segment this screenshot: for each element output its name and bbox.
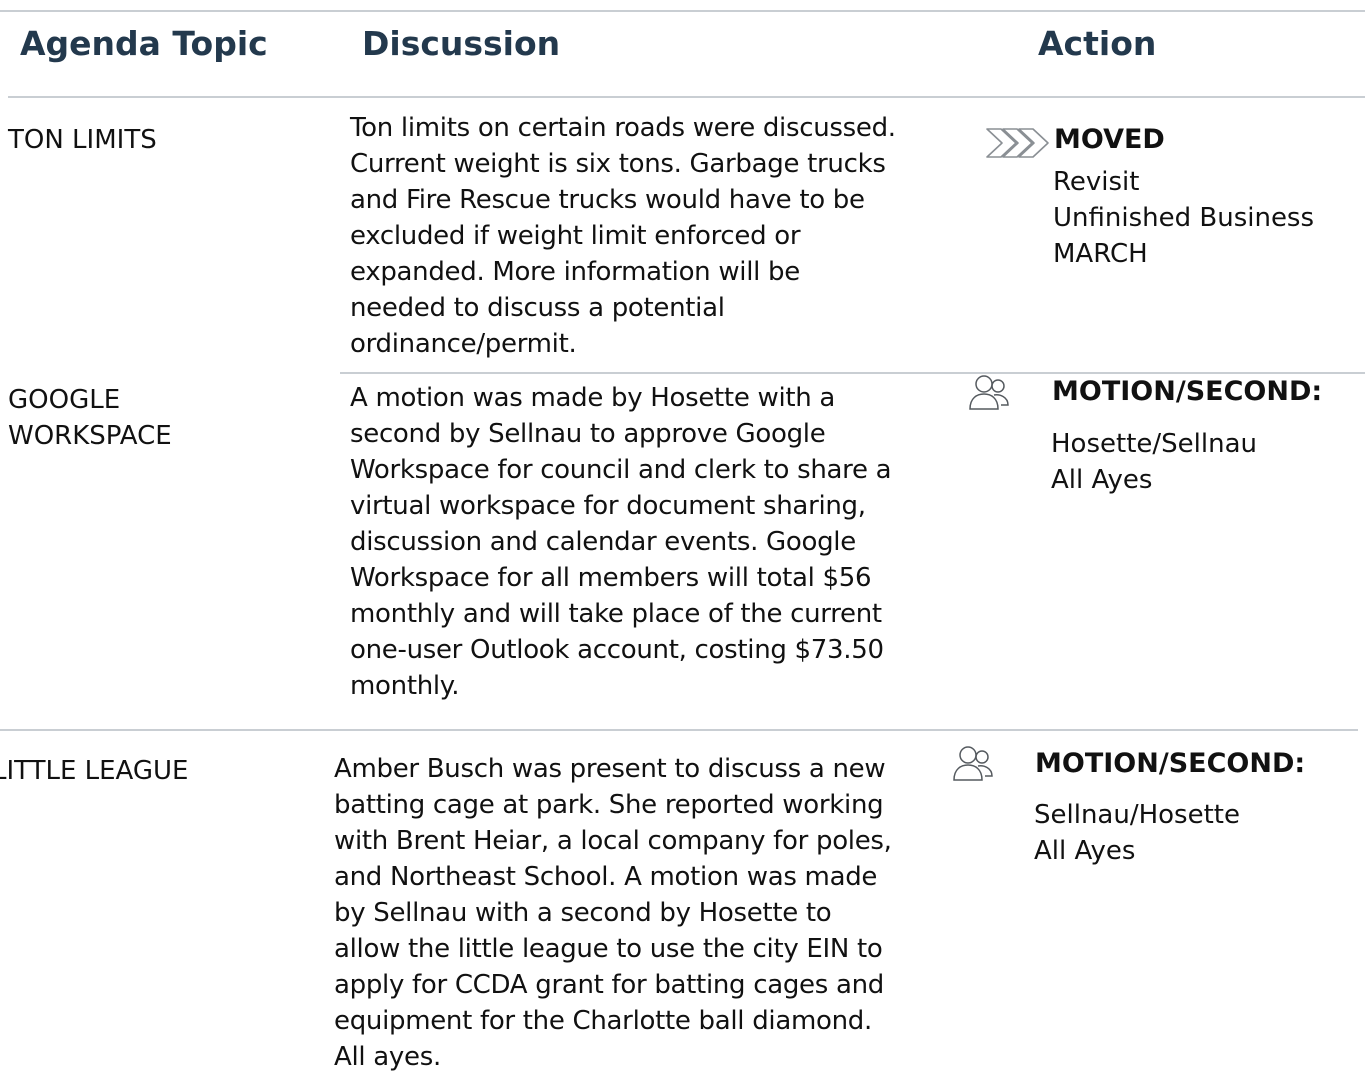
discussion-line: virtual workspace for document sharing, [350,491,866,521]
row-3-action-details: Sellnau/Hosette All Ayes [1034,797,1240,869]
people-icon [969,375,1009,410]
row-1-topic: TON LIMITS [8,122,157,158]
row-2-discussion: A motion was made by Hosette with a seco… [350,380,892,704]
discussion-line: expanded. More information will be [350,257,800,287]
discussion-line: Workspace for council and clerk to share… [350,455,892,485]
discussion-line: one-user Outlook account, costing $73.50 [350,635,884,665]
row-2-action-title: MOTION/SECOND: [1052,376,1323,407]
row-2-topic-line: GOOGLE [8,385,121,415]
discussion-line: monthly. [350,671,460,701]
discussion-line: excluded if weight limit enforced or [350,221,801,251]
discussion-line: by Sellnau with a second by Hosette to [334,898,832,928]
row-1-action-details: Revisit Unfinished Business MARCH [1053,164,1314,272]
discussion-line: ordinance/permit. [350,329,577,359]
row-1-action-title: MOVED [1054,124,1165,155]
row-1-discussion: Ton limits on certain roads were discuss… [350,110,896,362]
people-icon [953,746,993,781]
action-line: All Ayes [1051,465,1153,495]
action-line: MARCH [1053,239,1148,269]
discussion-line: with Brent Heiar, a local company for po… [334,826,892,856]
discussion-line: Ton limits on certain roads were discuss… [350,113,896,143]
discussion-line: All ayes. [334,1042,441,1072]
header-discussion: Discussion [362,24,561,63]
discussion-line: discussion and calendar events. Google [350,527,856,557]
action-line: Hosette/Sellnau [1051,429,1257,459]
row-2-topic-line: WORKSPACE [8,421,172,451]
discussion-line: needed to discuss a potential [350,293,725,323]
discussion-line: equipment for the Charlotte ball diamond… [334,1006,872,1036]
discussion-line: A motion was made by Hosette with a [350,383,836,413]
row-3-topic-line: LITTLE LEAGUE [0,756,189,786]
header-action: Action [1038,24,1157,63]
discussion-line: Workspace for all members will total $56 [350,563,872,593]
row-2-bottom-rule [0,729,1358,731]
header-bottom-rule [8,96,1365,98]
discussion-line: monthly and will take place of the curre… [350,599,882,629]
row-3-action-title: MOTION/SECOND: [1035,748,1306,779]
row-1-bottom-rule [340,372,1365,374]
action-line: Revisit [1053,167,1140,197]
discussion-line: batting cage at park. She reported worki… [334,790,884,820]
discussion-line: Amber Busch was present to discuss a new [334,754,886,784]
action-line: All Ayes [1034,836,1136,866]
discussion-line: allow the little league to use the city … [334,934,883,964]
discussion-line: Current weight is six tons. Garbage truc… [350,149,886,179]
discussion-line: apply for CCDA grant for batting cages a… [334,970,884,1000]
row-2-action-details: Hosette/Sellnau All Ayes [1051,426,1257,498]
discussion-line: and Fire Rescue trucks would have to be [350,185,865,215]
row-2-topic: GOOGLE WORKSPACE [8,382,172,454]
action-line: Unfinished Business [1053,203,1315,233]
discussion-line: and Northeast School. A motion was made [334,862,878,892]
header-agenda-topic: Agenda Topic [20,24,268,63]
row-3-discussion: Amber Busch was present to discuss a new… [334,751,892,1075]
row-3-topic: LITTLE LEAGUE [0,753,189,789]
action-line: Sellnau/Hosette [1034,800,1240,830]
top-rule [0,10,1365,12]
discussion-line: second by Sellnau to approve Google [350,419,826,449]
forward-chevrons-icon [986,128,1049,158]
row-1-topic-line: TON LIMITS [8,125,157,155]
